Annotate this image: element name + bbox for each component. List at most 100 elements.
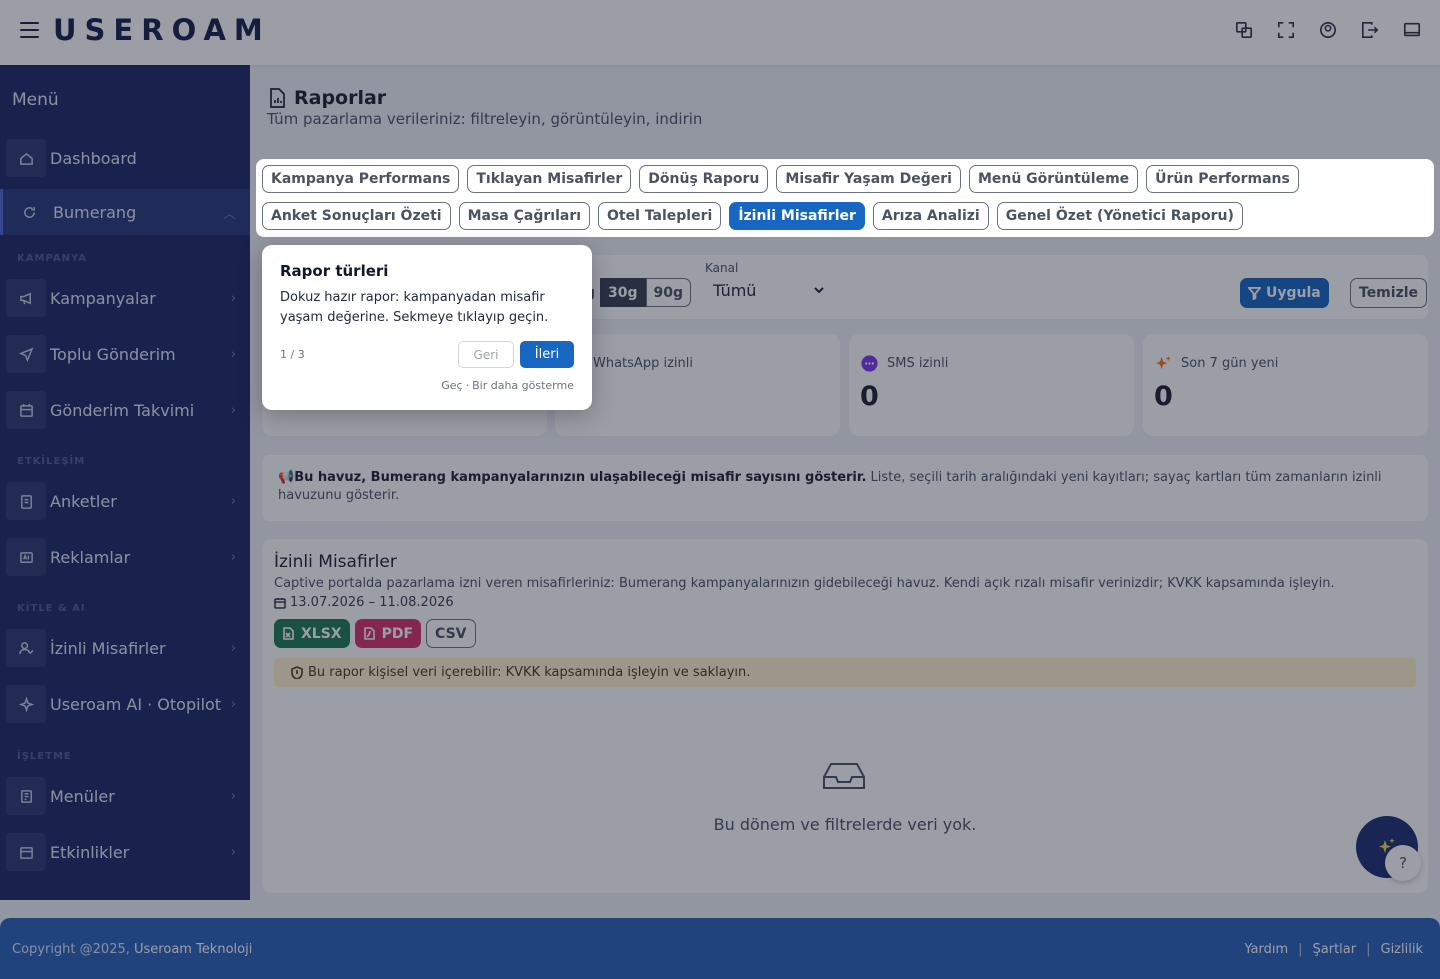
separator: |	[1366, 942, 1371, 957]
home-icon	[6, 139, 46, 177]
range-90g-button[interactable]: 90g	[645, 278, 692, 307]
footer: Copyright @2025, Useroam Teknoloji Yardı…	[0, 918, 1440, 979]
stat-card-new: Son 7 gün yeni 0	[1143, 334, 1428, 436]
privacy-link[interactable]: Gizlilik	[1381, 942, 1424, 957]
tour-skip-link[interactable]: Geç	[441, 379, 462, 392]
tab-menu-goruntuleme[interactable]: Menü Görüntüleme	[968, 165, 1139, 193]
date-range-group: g 30g 90g	[580, 278, 692, 307]
page-subtitle: Tüm pazarlama verileriniz: filtreleyin, …	[267, 110, 703, 128]
apply-button[interactable]: Uygula	[1240, 278, 1329, 308]
chevron-right-icon: ›	[230, 696, 236, 712]
separator: |	[1298, 942, 1303, 957]
send-icon	[6, 335, 46, 373]
sidebar-item-anketler[interactable]: Anketler ›	[0, 478, 250, 524]
separator: ·	[465, 379, 470, 392]
report-icon	[270, 88, 285, 108]
hamburger-menu-icon[interactable]	[20, 22, 39, 38]
sidebar-item-bumerang[interactable]: Bumerang ︿	[0, 189, 250, 235]
export-xlsx-button[interactable]: XLSX	[274, 619, 350, 648]
ad-icon	[6, 538, 46, 576]
sidebar-item-label: Etkinlikler	[50, 842, 130, 862]
export-csv-button[interactable]: CSV	[426, 619, 476, 648]
tab-izinli-misafirler[interactable]: İzinli Misafirler	[729, 202, 865, 230]
stat-value: 0	[1154, 381, 1173, 412]
tab-otel-talepleri[interactable]: Otel Talepleri	[598, 202, 722, 230]
sidebar-item-label: İzinli Misafirler	[50, 638, 166, 658]
logout-icon[interactable]	[1360, 20, 1380, 40]
kanal-select[interactable]: Tümü	[705, 275, 833, 305]
chevron-right-icon: ›	[230, 844, 236, 860]
tour-dont-show-link[interactable]: Bir daha gösterme	[472, 379, 574, 392]
tab-urun-performans[interactable]: Ürün Performans	[1146, 165, 1299, 193]
help-link[interactable]: Yardım	[1244, 942, 1288, 957]
tab-misafir-yasam-degeri[interactable]: Misafir Yaşam Değeri	[776, 165, 961, 193]
sidebar-item-kampanyalar[interactable]: Kampanyalar ›	[0, 275, 250, 321]
useroam-logo[interactable]: USEROAM	[53, 13, 271, 47]
page-title-text: Raporlar	[294, 87, 387, 109]
chevron-right-icon: ›	[230, 640, 236, 656]
excel-file-icon	[283, 627, 294, 640]
tour-next-button[interactable]: İleri	[520, 341, 574, 368]
tour-body: Dokuz hazır rapor: kampanyadan misafir y…	[280, 290, 549, 325]
sparkle-icon	[6, 685, 46, 723]
tab-anket-sonuclari-ozeti[interactable]: Anket Sonuçları Özeti	[262, 202, 451, 230]
inbox-icon	[822, 761, 866, 791]
stat-value: 0	[860, 381, 879, 412]
report-date-range: 13.07.2026 – 11.08.2026	[274, 595, 454, 610]
chevron-right-icon: ›	[230, 493, 236, 509]
kvkk-text: Bu rapor kişisel veri içerebilir: KVKK k…	[308, 665, 751, 680]
sidebar-item-label: Anketler	[50, 491, 117, 511]
sms-icon	[860, 354, 879, 373]
sidebar: Menü Dashboard Bumerang ︿ KAMPANYA Kampa…	[0, 65, 250, 900]
sidebar-item-label: Dashboard	[50, 148, 137, 168]
report-title: İzinli Misafirler	[274, 552, 397, 572]
sidebar-item-label: Toplu Gönderim	[50, 344, 176, 364]
sidebar-item-gonderim-takvimi[interactable]: Gönderim Takvimi ›	[0, 387, 250, 433]
sidebar-item-label: Bumerang	[53, 202, 137, 222]
tab-genel-ozet[interactable]: Genel Özet (Yönetici Raporu)	[996, 202, 1243, 230]
tab-donus-raporu[interactable]: Dönüş Raporu	[639, 165, 769, 193]
help-button[interactable]: ?	[1385, 845, 1421, 881]
export-label: XLSX	[301, 625, 342, 642]
translate-icon[interactable]	[1234, 20, 1254, 40]
refresh-icon	[9, 193, 49, 231]
pdf-file-icon	[363, 627, 375, 640]
copyright-text: Copyright @2025,	[12, 942, 130, 957]
sidebar-item-reklamlar[interactable]: Reklamlar ›	[0, 534, 250, 580]
top-header: USEROAM	[0, 0, 1440, 65]
export-pdf-button[interactable]: PDF	[354, 619, 422, 648]
clear-button[interactable]: Temizle	[1350, 278, 1428, 308]
company-link[interactable]: Useroam Teknoloji	[134, 942, 252, 957]
stat-label: SMS izinli	[887, 356, 949, 371]
page-title: Raporlar	[268, 87, 386, 109]
main-content: Raporlar Tüm pazarlama verileriniz: filt…	[250, 65, 1440, 900]
sidebar-item-label: Kampanyalar	[50, 288, 156, 308]
calendar-icon	[274, 597, 286, 609]
fullscreen-icon[interactable]	[1276, 20, 1296, 40]
sidebar-item-toplu-gonderim[interactable]: Toplu Gönderim ›	[0, 331, 250, 377]
sidebar-item-etkinlikler[interactable]: Etkinlikler ›	[0, 829, 250, 875]
sidebar-item-izinli-misafirler[interactable]: İzinli Misafirler ›	[0, 625, 250, 671]
chevron-right-icon: ›	[230, 290, 236, 306]
range-30g-button[interactable]: 30g	[600, 278, 646, 307]
terms-link[interactable]: Şartlar	[1313, 942, 1357, 957]
tab-kampanya-performans[interactable]: Kampanya Performans	[262, 165, 460, 193]
stat-label: WhatsApp izinli	[593, 356, 693, 371]
tab-tiklayan-misafirler[interactable]: Tıklayan Misafirler	[467, 165, 632, 193]
user-icon[interactable]	[1318, 20, 1338, 40]
tab-ariza-analizi[interactable]: Arıza Analizi	[872, 202, 989, 230]
tour-title: Rapor türleri	[280, 262, 389, 280]
info-bold: Bu havuz, Bumerang kampanyalarınızın ula…	[294, 470, 867, 485]
sidebar-item-useroam-ai[interactable]: Useroam AI · Otopilot ›	[0, 681, 250, 727]
tab-masa-cagrilari[interactable]: Masa Çağrıları	[458, 202, 591, 230]
sidebar-item-dashboard[interactable]: Dashboard	[0, 135, 250, 181]
section-label: İŞLETME	[17, 751, 72, 762]
sidebar-item-menuler[interactable]: Menüler ›	[0, 773, 250, 819]
tour-step-counter: 1 / 3	[280, 348, 305, 361]
tour-back-button[interactable]: Geri	[458, 341, 514, 368]
sparkle-icon	[1154, 354, 1173, 373]
megaphone-icon	[6, 279, 46, 317]
sidebar-item-label: Menüler	[50, 786, 115, 806]
monitor-icon[interactable]	[1402, 20, 1422, 40]
calendar-icon	[6, 391, 46, 429]
